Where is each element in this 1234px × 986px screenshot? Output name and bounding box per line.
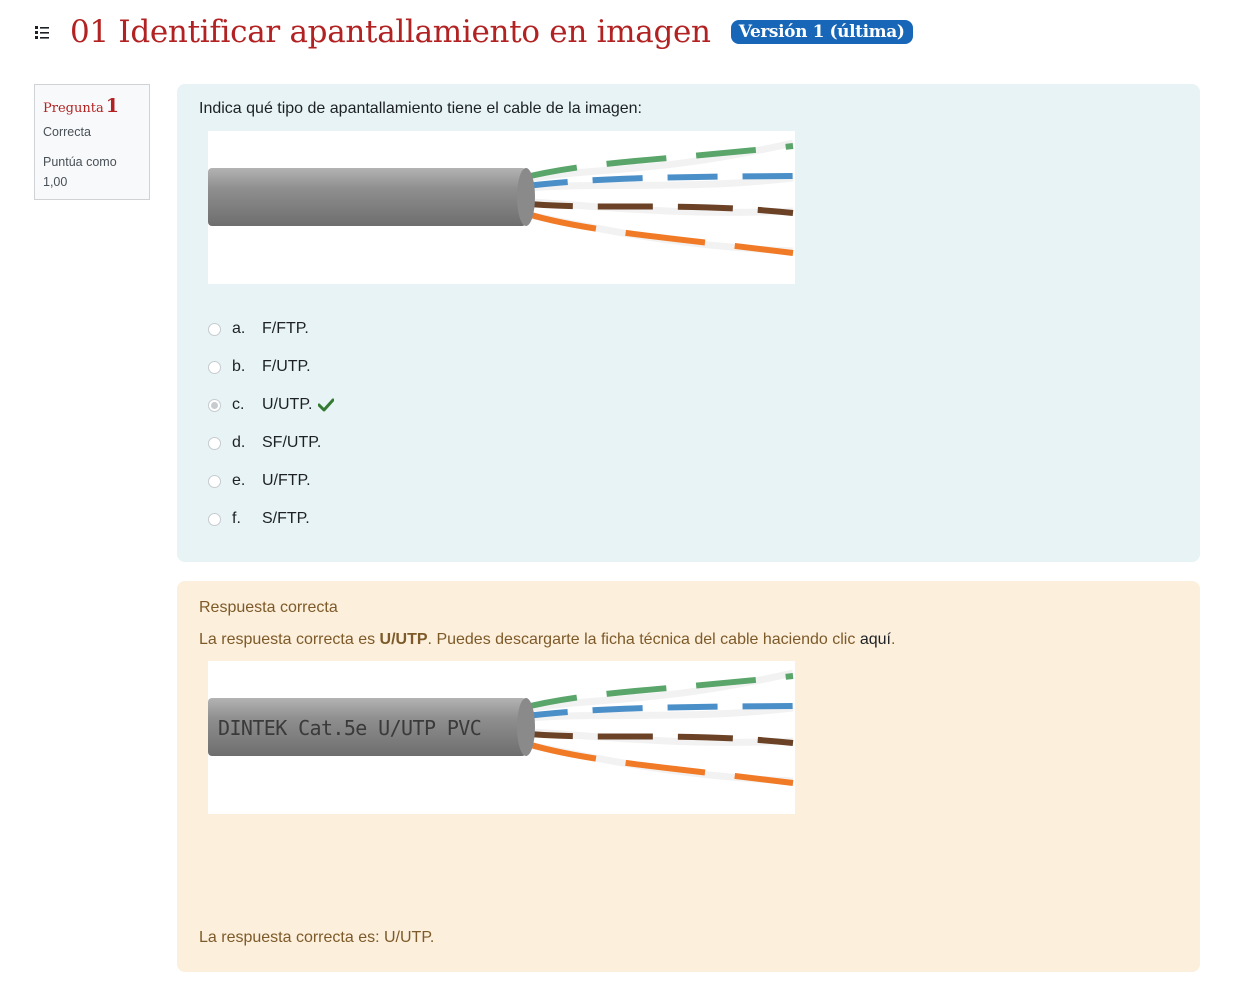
- option-letter: d.: [232, 434, 246, 451]
- question-formulation: Indica qué tipo de apantallamiento tiene…: [177, 84, 1200, 562]
- radio-a[interactable]: [208, 322, 221, 336]
- feedback-title: Respuesta correcta: [199, 599, 338, 616]
- page-title: 01 Identificar apantallamiento en imagen: [70, 14, 711, 50]
- option-text: F/UTP.: [262, 358, 311, 375]
- option-text: S/FTP.: [262, 510, 310, 527]
- option-f[interactable]: f. S/FTP.: [208, 500, 334, 538]
- question-info: Pregunta 1 Correcta Puntúa como 1,00: [34, 84, 150, 200]
- list-icon[interactable]: [34, 24, 50, 40]
- radio-b[interactable]: [208, 360, 221, 374]
- question-number: 1: [105, 95, 119, 117]
- answer-options: a. F/FTP. b. F/UTP. c. U/UTP. d. SF/UTP.…: [208, 310, 335, 538]
- datasheet-link[interactable]: aquí: [860, 631, 891, 648]
- option-text: U/UTP.: [262, 396, 313, 413]
- radio-e[interactable]: [208, 474, 221, 488]
- feedback-text: La respuesta correcta es U/UTP. Puedes d…: [199, 631, 895, 649]
- option-text: F/FTP.: [262, 320, 309, 337]
- question-state: Correcta: [43, 125, 91, 139]
- option-e[interactable]: e. U/FTP.: [208, 462, 334, 500]
- feedback-text-before: La respuesta correcta es: [199, 631, 380, 648]
- feedback-text-after: . Puedes descargarte la ficha técnica de…: [427, 631, 860, 648]
- option-text: U/FTP.: [262, 472, 311, 489]
- option-letter: f.: [232, 510, 241, 527]
- right-answer: La respuesta correcta es: U/UTP.: [199, 929, 435, 946]
- option-letter: c.: [232, 396, 245, 413]
- question-label: Pregunta: [43, 101, 104, 116]
- cable-image: [208, 131, 795, 284]
- option-letter: a.: [232, 320, 246, 337]
- question-text: Indica qué tipo de apantallamiento tiene…: [199, 100, 642, 117]
- version-badge: Versión 1 (última): [730, 20, 913, 44]
- option-b[interactable]: b. F/UTP.: [208, 348, 334, 386]
- feedback-box: Respuesta correcta La respuesta correcta…: [177, 581, 1200, 972]
- cable-print-text: DINTEK Cat.5e U/UTP PVC: [218, 716, 481, 740]
- option-text: SF/UTP.: [262, 434, 322, 451]
- radio-f[interactable]: [208, 512, 221, 526]
- radio-d[interactable]: [208, 436, 221, 450]
- option-d[interactable]: d. SF/UTP.: [208, 424, 334, 462]
- option-c[interactable]: c. U/UTP.: [208, 386, 335, 424]
- feedback-answer: U/UTP: [379, 631, 428, 648]
- option-a[interactable]: a. F/FTP.: [208, 310, 334, 348]
- feedback-text-end: .: [890, 631, 896, 648]
- check-icon: [318, 398, 335, 412]
- question-grade: Puntúa como 1,00: [43, 155, 117, 189]
- cable-image-labeled: DINTEK Cat.5e U/UTP PVC: [208, 661, 795, 814]
- option-letter: e.: [232, 472, 246, 489]
- radio-c[interactable]: [208, 398, 221, 412]
- question-number-line: Pregunta 1: [43, 95, 141, 117]
- page-header: 01 Identificar apantallamiento en imagen…: [34, 10, 913, 54]
- option-letter: b.: [232, 358, 246, 375]
